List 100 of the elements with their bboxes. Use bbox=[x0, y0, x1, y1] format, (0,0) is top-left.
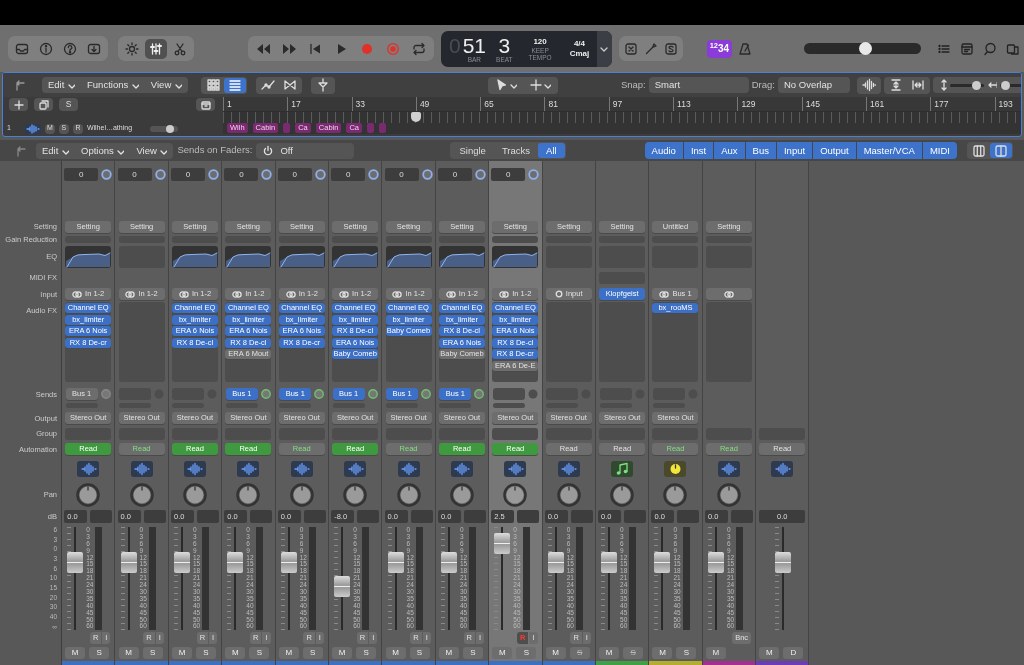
gain-value[interactable]: 0 bbox=[437, 167, 472, 181]
eq-thumbnail[interactable] bbox=[278, 245, 325, 268]
gain-value[interactable]: 0 bbox=[491, 167, 526, 181]
gain-knob[interactable] bbox=[314, 168, 326, 180]
zoom-slider[interactable] bbox=[999, 83, 1021, 87]
fader-handle[interactable] bbox=[334, 576, 351, 598]
skip-back-icon[interactable] bbox=[308, 41, 322, 56]
eq-thumbnail[interactable] bbox=[171, 245, 218, 268]
pan-knob[interactable] bbox=[129, 482, 154, 507]
pan-knob[interactable] bbox=[343, 482, 368, 507]
eq-thumbnail[interactable] bbox=[438, 245, 485, 268]
slider-thumb[interactable] bbox=[858, 42, 872, 55]
waveform-icon[interactable] bbox=[400, 462, 418, 476]
menu-button[interactable]: View bbox=[130, 142, 174, 159]
track-button[interactable]: S bbox=[676, 647, 697, 659]
track-button[interactable]: M bbox=[759, 647, 780, 659]
waveform-icon[interactable] bbox=[79, 462, 97, 476]
info-icon[interactable] bbox=[39, 41, 53, 56]
track-button[interactable]: S bbox=[356, 647, 377, 659]
send-knob[interactable] bbox=[527, 389, 538, 399]
slider-thumb[interactable] bbox=[1001, 80, 1011, 90]
gain-value[interactable]: 0 bbox=[277, 167, 312, 181]
waveform-icon[interactable] bbox=[560, 462, 578, 476]
filter-button[interactable]: Inst bbox=[683, 142, 714, 159]
track-button[interactable]: M bbox=[652, 647, 673, 659]
input-button[interactable] bbox=[705, 288, 752, 300]
scope-tab[interactable]: Single bbox=[451, 143, 494, 158]
master-volume-slider[interactable] bbox=[803, 43, 921, 54]
snap-dropdown[interactable]: Smart bbox=[648, 77, 749, 93]
fader-handle[interactable] bbox=[227, 551, 244, 573]
fader-handle[interactable] bbox=[440, 551, 457, 573]
playhead-marker[interactable] bbox=[410, 112, 421, 122]
fast-forward-icon[interactable] bbox=[282, 41, 296, 56]
fader-handle[interactable] bbox=[547, 551, 564, 573]
filter-button[interactable]: Aux bbox=[714, 142, 745, 159]
eq-thumbnail[interactable] bbox=[385, 245, 432, 268]
fader-handle[interactable] bbox=[280, 551, 297, 573]
notepad-icon[interactable] bbox=[960, 41, 974, 56]
pan-knob[interactable] bbox=[556, 482, 581, 507]
gain-knob[interactable] bbox=[368, 168, 380, 180]
menu-button[interactable]: Edit bbox=[42, 77, 81, 93]
track-button[interactable]: M bbox=[332, 647, 353, 659]
track-button[interactable]: S bbox=[409, 647, 430, 659]
track-button[interactable]: S bbox=[516, 647, 537, 659]
filter-button[interactable]: MIDI bbox=[922, 142, 957, 159]
view-toggle-button[interactable] bbox=[223, 77, 246, 93]
menu-button[interactable]: Functions bbox=[81, 77, 145, 93]
track-button[interactable]: S bbox=[462, 647, 483, 659]
view-toggle-button[interactable] bbox=[145, 38, 167, 59]
track-button[interactable]: M bbox=[599, 647, 620, 659]
scope-tab[interactable]: All bbox=[538, 143, 565, 158]
track-button[interactable]: M bbox=[438, 647, 459, 659]
tempo-value[interactable]: 120 bbox=[533, 36, 547, 47]
eq-thumbnail[interactable] bbox=[492, 245, 539, 268]
scope-tab[interactable]: Tracks bbox=[493, 143, 539, 158]
fader-handle[interactable] bbox=[494, 532, 511, 554]
track-button[interactable]: M bbox=[171, 647, 192, 659]
slider-thumb[interactable] bbox=[972, 80, 982, 90]
gain-knob[interactable] bbox=[528, 168, 540, 180]
gain-knob[interactable] bbox=[474, 168, 486, 180]
filter-button[interactable]: Master/VCA bbox=[856, 142, 922, 159]
pan-knob[interactable] bbox=[503, 482, 528, 507]
waveform-icon[interactable] bbox=[239, 462, 257, 476]
pan-knob[interactable] bbox=[716, 482, 741, 507]
inbox-icon[interactable] bbox=[15, 41, 29, 56]
gain-knob[interactable] bbox=[421, 168, 433, 180]
fader-handle[interactable] bbox=[387, 551, 404, 573]
track-button[interactable]: S bbox=[302, 647, 323, 659]
track-button[interactable]: S bbox=[249, 647, 270, 659]
fader-handle[interactable] bbox=[173, 551, 190, 573]
send-knob[interactable] bbox=[314, 389, 325, 399]
waveform-icon[interactable] bbox=[293, 462, 311, 476]
track-volume-slider[interactable] bbox=[150, 125, 179, 132]
track-button[interactable]: S bbox=[89, 647, 110, 659]
menu-button[interactable]: Options bbox=[75, 142, 131, 159]
track-button[interactable]: M bbox=[225, 647, 246, 659]
gain-knob[interactable] bbox=[154, 168, 166, 180]
sends-on-faders-dropdown[interactable]: Off bbox=[256, 142, 355, 159]
gain-knob[interactable] bbox=[101, 168, 113, 180]
eq-thumbnail[interactable] bbox=[332, 245, 379, 268]
group-slot[interactable] bbox=[492, 427, 539, 440]
slider-thumb[interactable] bbox=[165, 124, 174, 133]
plus-icon[interactable] bbox=[528, 78, 543, 92]
send-knob[interactable] bbox=[367, 389, 378, 399]
pencil-icon[interactable] bbox=[643, 41, 658, 56]
pan-knob[interactable] bbox=[76, 482, 101, 507]
track-button[interactable]: M bbox=[492, 647, 513, 659]
track-button[interactable]: M bbox=[278, 647, 299, 659]
track-button[interactable]: M bbox=[705, 647, 726, 659]
zoom-slider[interactable] bbox=[949, 83, 984, 87]
pan-knob[interactable] bbox=[610, 482, 635, 507]
fader-handle[interactable] bbox=[67, 551, 84, 573]
back-arrow-icon[interactable] bbox=[13, 78, 27, 92]
gain-value[interactable]: 0 bbox=[170, 167, 205, 181]
key-signature[interactable]: Cmaj bbox=[569, 48, 590, 59]
gain-value[interactable]: 0 bbox=[384, 167, 419, 181]
gain-knob[interactable] bbox=[207, 168, 219, 180]
x-box-icon[interactable] bbox=[623, 41, 638, 56]
pan-knob[interactable] bbox=[449, 482, 474, 507]
eq-thumbnail[interactable] bbox=[225, 245, 272, 268]
